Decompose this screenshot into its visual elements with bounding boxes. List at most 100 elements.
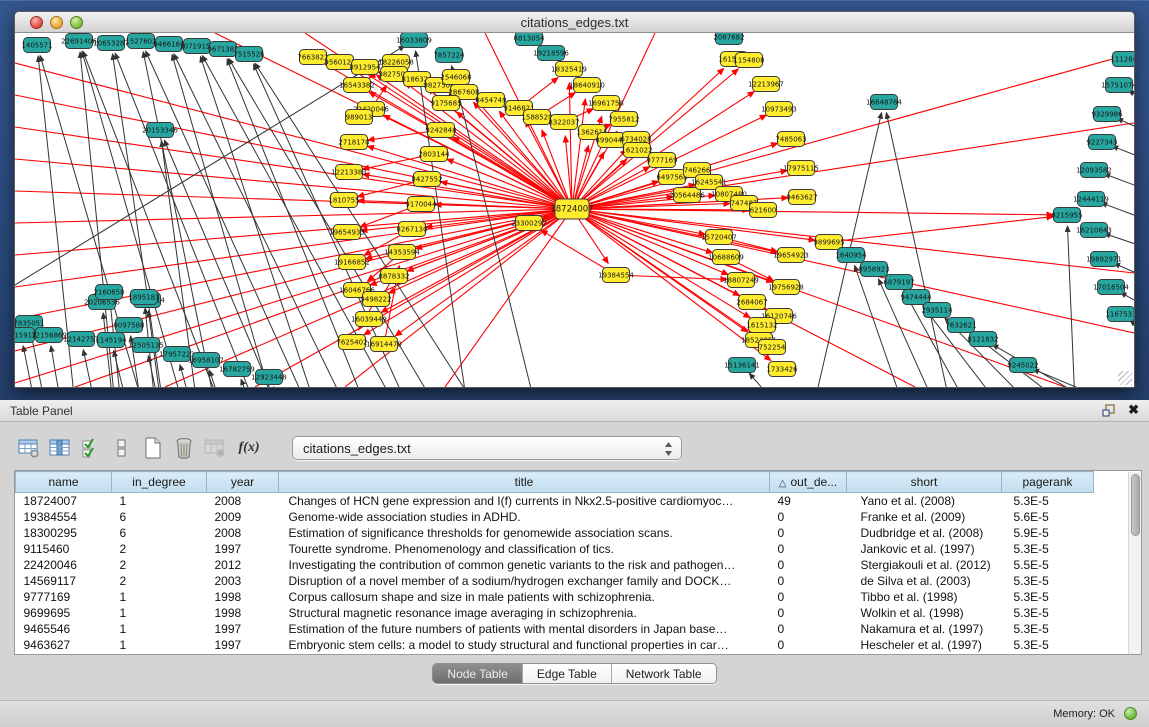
table-cell[interactable]: 22420046 bbox=[16, 557, 112, 573]
graph-node[interactable]: 10688609 bbox=[708, 250, 744, 265]
graph-node[interactable]: 20153346 bbox=[142, 123, 178, 138]
graph-node[interactable]: 7625402 bbox=[336, 335, 367, 350]
table-row[interactable]: 911546021997Tourette syndrome. Phenomeno… bbox=[16, 541, 1094, 557]
graph-node[interactable]: 23300297 bbox=[511, 216, 547, 231]
table-cell[interactable]: 5.3E-5 bbox=[1002, 541, 1094, 557]
graph-node[interactable]: 16914479 bbox=[366, 337, 402, 352]
graph-edge[interactable] bbox=[886, 113, 951, 387]
graph-node[interactable]: 19654923 bbox=[773, 248, 809, 263]
table-cell[interactable]: Yano et al. (2008) bbox=[847, 493, 1002, 509]
table-cell[interactable]: Dudbridge et al. (2008) bbox=[847, 525, 1002, 541]
tab-network-table[interactable]: Network Table bbox=[612, 664, 716, 683]
graph-edge[interactable] bbox=[200, 56, 315, 387]
delete-table-icon[interactable] bbox=[171, 435, 197, 461]
column-header-out_de[interactable]: △out_de... bbox=[770, 472, 847, 493]
graph-node[interactable]: 9097588 bbox=[113, 318, 144, 333]
graph-node[interactable]: 17975115 bbox=[783, 161, 819, 176]
graph-node[interactable]: 16961758 bbox=[588, 96, 624, 111]
graph-node[interactable]: 12093582 bbox=[1076, 163, 1112, 178]
table-cell[interactable]: 2 bbox=[112, 541, 207, 557]
select-column-icon[interactable] bbox=[47, 435, 73, 461]
table-cell[interactable]: 0 bbox=[770, 589, 847, 605]
table-row[interactable]: 969969511998Structural magnetic resonanc… bbox=[16, 605, 1094, 621]
graph-node[interactable]: 752254 bbox=[759, 340, 786, 355]
graph-node[interactable]: 9242848 bbox=[425, 123, 456, 138]
table-cell[interactable]: 5.3E-5 bbox=[1002, 573, 1094, 589]
table-cell[interactable]: 1 bbox=[112, 493, 207, 509]
table-cell[interactable]: 5.3E-5 bbox=[1002, 621, 1094, 637]
graph-node[interactable]: 16648784 bbox=[866, 95, 902, 110]
close-panel-icon[interactable]: ✖ bbox=[1128, 402, 1139, 418]
graph-node[interactable]: 19756928 bbox=[768, 280, 804, 295]
table-cell[interactable]: Estimation of the future numbers of pati… bbox=[279, 621, 770, 637]
table-cell[interactable]: 9777169 bbox=[16, 589, 112, 605]
table-cell[interactable]: 2012 bbox=[207, 557, 279, 573]
graph-node[interactable]: 7485063 bbox=[775, 132, 806, 147]
table-cell[interactable]: de Silva et al. (2003) bbox=[847, 573, 1002, 589]
graph-node[interactable]: 9463627 bbox=[786, 190, 817, 205]
graph-node[interactable]: 16033809 bbox=[396, 33, 432, 48]
graph-node[interactable]: 7955812 bbox=[608, 112, 639, 127]
tab-node-table[interactable]: Node Table bbox=[433, 664, 523, 683]
graph-node[interactable]: 12213383 bbox=[331, 165, 367, 180]
table-chooser-dropdown[interactable]: citations_edges.txt bbox=[292, 436, 682, 460]
graph-node[interactable]: 15751074 bbox=[1101, 78, 1134, 93]
select-rows-icon[interactable] bbox=[78, 435, 104, 461]
table-row[interactable]: 977716911998Corpus callosum shape and si… bbox=[16, 589, 1094, 605]
graph-node[interactable]: 18325419 bbox=[551, 62, 587, 77]
graph-node[interactable]: 8958923 bbox=[858, 262, 889, 277]
graph-node[interactable]: 8912954 bbox=[349, 60, 381, 75]
graph-node[interactable]: 1145194 bbox=[95, 333, 127, 348]
table-cell[interactable]: Structural magnetic resonance image aver… bbox=[279, 605, 770, 621]
graph-node[interactable]: 1895183 bbox=[128, 290, 159, 305]
column-header-name[interactable]: name bbox=[16, 472, 112, 493]
graph-node[interactable]: 19654933 bbox=[329, 225, 365, 240]
graph-node[interactable]: 8427552 bbox=[411, 172, 442, 187]
table-cell[interactable]: Franke et al. (2009) bbox=[847, 509, 1002, 525]
graph-node[interactable]: 7632621 bbox=[945, 318, 976, 333]
graph-node[interactable]: 9777169 bbox=[646, 153, 677, 168]
table-cell[interactable]: 6 bbox=[112, 525, 207, 541]
graph-node[interactable]: 19218596 bbox=[533, 46, 569, 61]
table-cell[interactable]: 1998 bbox=[207, 605, 279, 621]
table-cell[interactable]: 14569117 bbox=[16, 573, 112, 589]
graph-node[interactable]: 1810755 bbox=[328, 193, 359, 208]
graph-node[interactable]: 9175685 bbox=[430, 96, 461, 111]
graph-edge[interactable] bbox=[174, 54, 345, 387]
graph-node[interactable]: 8215955 bbox=[1051, 208, 1082, 223]
network-canvas[interactable]: 1405571226914061065328715276029466161107… bbox=[15, 33, 1134, 387]
graph-node[interactable]: 7857224 bbox=[433, 48, 465, 63]
table-cell[interactable]: Investigating the contribution of common… bbox=[279, 557, 770, 573]
graph-node[interactable]: 16039449 bbox=[351, 312, 387, 327]
graph-node[interactable]: 9899695 bbox=[813, 235, 844, 250]
graph-node[interactable]: 16210643 bbox=[1076, 223, 1112, 238]
graph-node[interactable]: 1154808 bbox=[733, 53, 764, 68]
table-cell[interactable]: 6 bbox=[112, 509, 207, 525]
graph-hub-node[interactable]: 18724007 bbox=[550, 199, 593, 219]
graph-node[interactable]: 12213967 bbox=[748, 77, 784, 92]
graph-edge[interactable] bbox=[572, 209, 713, 253]
table-cell[interactable]: Tibbo et al. (1998) bbox=[847, 589, 1002, 605]
table-cell[interactable]: 9465546 bbox=[16, 621, 112, 637]
graph-node[interactable]: 2087682 bbox=[713, 33, 744, 45]
graph-edge[interactable] bbox=[829, 217, 1053, 242]
graph-edge[interactable] bbox=[15, 63, 572, 209]
table-cell[interactable]: 19384554 bbox=[16, 509, 112, 525]
graph-node[interactable]: 10973493 bbox=[761, 102, 797, 117]
table-cell[interactable]: 2008 bbox=[207, 525, 279, 541]
table-cell[interactable]: 0 bbox=[770, 605, 847, 621]
graph-node[interactable]: 2546068 bbox=[440, 70, 471, 85]
table-cell[interactable]: 0 bbox=[770, 509, 847, 525]
table-cell[interactable]: 5.9E-5 bbox=[1002, 525, 1094, 541]
table-cell[interactable]: 5.3E-5 bbox=[1002, 637, 1094, 653]
table-row[interactable]: 1938455462009Genome-wide association stu… bbox=[16, 509, 1094, 525]
table-cell[interactable]: Hescheler et al. (1997) bbox=[847, 637, 1002, 653]
graph-node[interactable]: 1615132 bbox=[746, 318, 777, 333]
graph-node[interactable]: 1112843 bbox=[1110, 52, 1134, 67]
table-cell[interactable]: Wolkin et al. (1998) bbox=[847, 605, 1002, 621]
table-cell[interactable]: Embryonic stem cells: a model to study s… bbox=[279, 637, 770, 653]
table-cell[interactable]: 1 bbox=[112, 637, 207, 653]
table-row[interactable]: 1456911722003Disruption of a novel membe… bbox=[16, 573, 1094, 589]
table-cell[interactable]: 1997 bbox=[207, 621, 279, 637]
column-header-in_degree[interactable]: in_degree bbox=[112, 472, 207, 493]
